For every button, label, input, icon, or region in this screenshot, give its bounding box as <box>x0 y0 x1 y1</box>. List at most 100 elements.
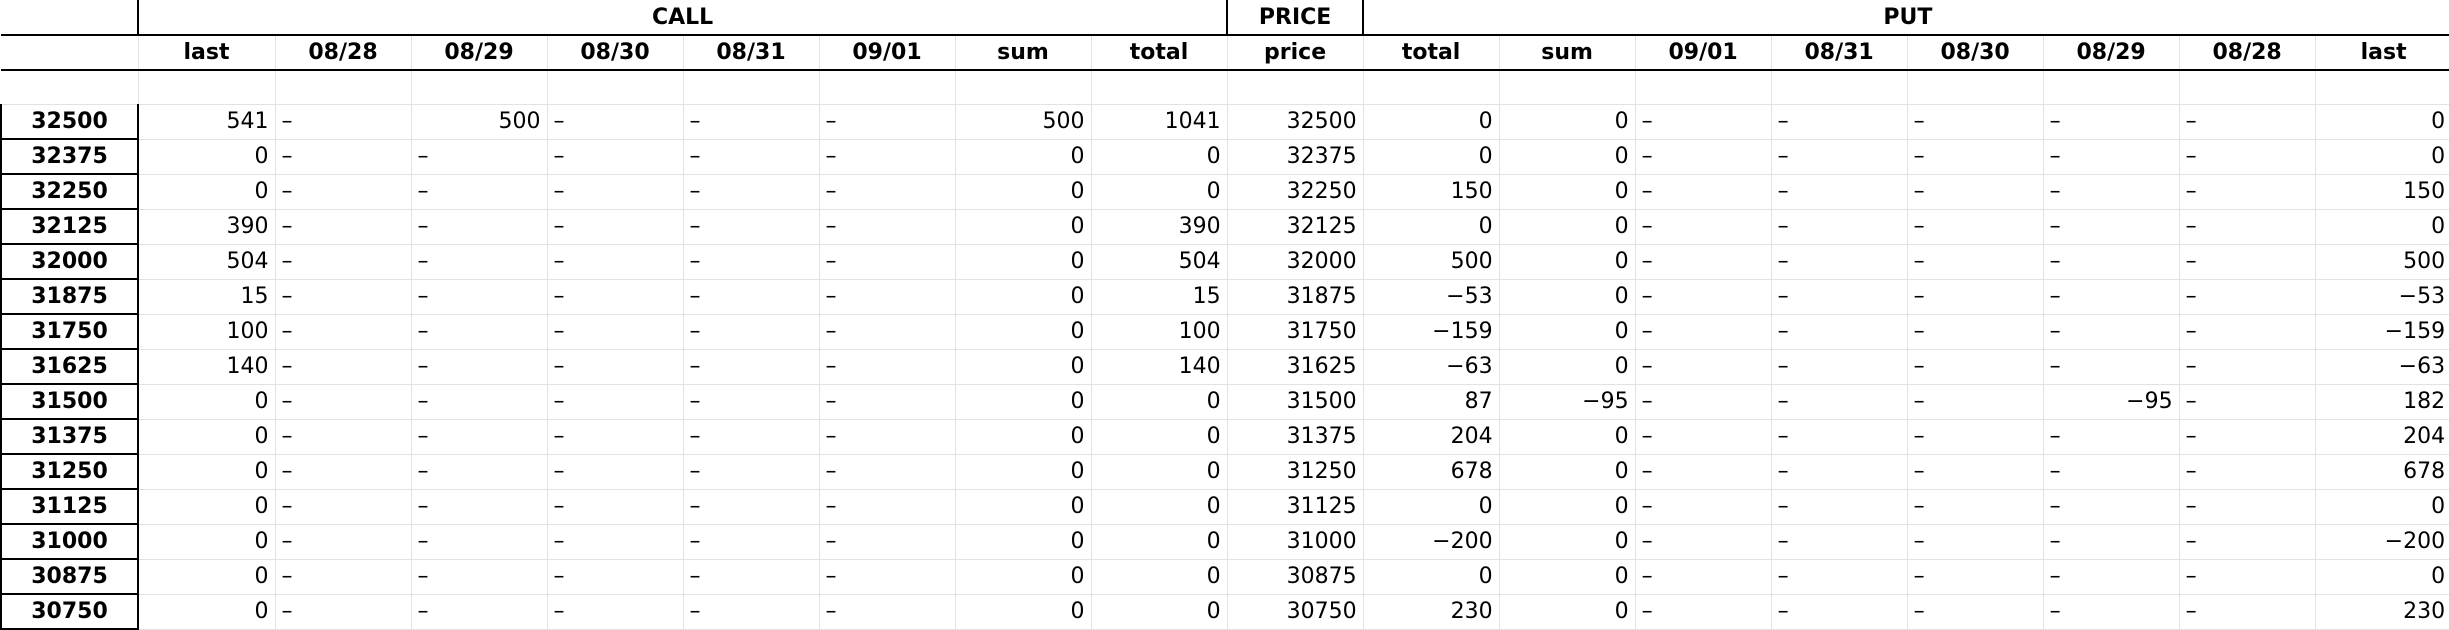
put-cell[interactable]: – <box>1907 384 2044 420</box>
put-cell[interactable]: – <box>1907 594 2044 630</box>
put-cell[interactable]: – <box>2043 559 2180 595</box>
put-cell[interactable]: – <box>2179 209 2316 245</box>
call-cell[interactable]: 541 <box>138 104 276 140</box>
call-cell[interactable]: 0 <box>138 489 276 525</box>
call-cell[interactable]: – <box>819 174 956 210</box>
call-cell[interactable]: – <box>547 279 684 315</box>
call-cell[interactable]: – <box>547 559 684 595</box>
call-cell[interactable]: 0 <box>955 174 1092 210</box>
put-header-last[interactable]: last <box>2314 35 2449 71</box>
call-header-0830[interactable]: 08/30 <box>546 35 684 71</box>
put-cell[interactable]: – <box>2179 524 2316 560</box>
put-cell[interactable]: – <box>1771 524 1908 560</box>
call-cell[interactable]: 0 <box>955 139 1092 175</box>
row-strike-key[interactable]: 32000 <box>0 244 139 280</box>
call-cell[interactable]: – <box>819 489 956 525</box>
put-cell[interactable]: 0 <box>1499 314 1636 350</box>
blank-cell[interactable] <box>1091 70 1228 105</box>
call-cell[interactable]: – <box>547 209 684 245</box>
blank-cell[interactable] <box>1363 70 1500 105</box>
call-cell[interactable]: 0 <box>138 174 276 210</box>
put-cell[interactable]: – <box>1635 174 1772 210</box>
blank-cell[interactable] <box>683 70 820 105</box>
call-cell[interactable]: 0 <box>955 594 1092 630</box>
call-cell[interactable]: – <box>683 454 820 490</box>
put-cell[interactable]: – <box>1635 314 1772 350</box>
row-strike-key[interactable]: 31875 <box>0 279 139 315</box>
call-cell[interactable]: – <box>819 524 956 560</box>
put-cell[interactable]: 0 <box>1499 524 1636 560</box>
price-cell[interactable]: 31250 <box>1227 454 1364 490</box>
call-header-last[interactable]: last <box>137 35 276 71</box>
call-cell[interactable]: – <box>411 209 548 245</box>
put-cell[interactable]: 150 <box>2315 174 2449 210</box>
call-cell[interactable]: 0 <box>955 454 1092 490</box>
put-cell[interactable]: – <box>2043 244 2180 280</box>
put-cell[interactable]: 0 <box>2315 139 2449 175</box>
row-strike-key[interactable]: 31500 <box>0 384 139 420</box>
price-cell[interactable]: 31375 <box>1227 419 1364 455</box>
call-cell[interactable]: – <box>683 489 820 525</box>
call-cell[interactable]: – <box>683 279 820 315</box>
put-cell[interactable]: – <box>2043 594 2180 630</box>
call-cell[interactable]: – <box>275 419 412 455</box>
put-cell[interactable]: – <box>2179 244 2316 280</box>
put-cell[interactable]: – <box>1635 489 1772 525</box>
call-cell[interactable]: – <box>547 524 684 560</box>
put-cell[interactable]: – <box>2179 594 2316 630</box>
call-cell[interactable]: – <box>275 524 412 560</box>
put-cell[interactable]: – <box>2179 174 2316 210</box>
row-strike-key[interactable]: 31000 <box>0 524 139 560</box>
put-cell[interactable]: – <box>1771 174 1908 210</box>
call-cell[interactable]: 0 <box>138 559 276 595</box>
row-strike-key[interactable]: 32125 <box>0 209 139 245</box>
call-header-0831[interactable]: 08/31 <box>682 35 820 71</box>
call-cell[interactable]: – <box>275 559 412 595</box>
put-cell[interactable]: – <box>1907 209 2044 245</box>
put-cell[interactable]: 230 <box>1363 594 1500 630</box>
call-cell[interactable]: – <box>547 454 684 490</box>
put-cell[interactable]: 0 <box>1499 419 1636 455</box>
call-cell[interactable]: 0 <box>955 314 1092 350</box>
call-cell[interactable]: 0 <box>138 384 276 420</box>
call-cell[interactable]: – <box>547 104 684 140</box>
row-strike-key[interactable]: 31250 <box>0 454 139 490</box>
put-header-0831[interactable]: 08/31 <box>1770 35 1908 71</box>
call-cell[interactable]: – <box>411 594 548 630</box>
put-cell[interactable]: 678 <box>1363 454 1500 490</box>
call-cell[interactable]: – <box>411 279 548 315</box>
call-cell[interactable]: – <box>547 384 684 420</box>
put-cell[interactable]: 0 <box>1363 489 1500 525</box>
call-cell[interactable]: 504 <box>1091 244 1228 280</box>
call-cell[interactable]: 500 <box>955 104 1092 140</box>
call-cell[interactable]: 0 <box>138 139 276 175</box>
call-cell[interactable]: – <box>411 489 548 525</box>
put-cell[interactable]: −63 <box>1363 349 1500 385</box>
blank-cell[interactable] <box>1907 70 2044 105</box>
put-cell[interactable]: 678 <box>2315 454 2449 490</box>
put-cell[interactable]: 0 <box>1499 559 1636 595</box>
call-header-total[interactable]: total <box>1090 35 1228 71</box>
call-cell[interactable]: – <box>411 559 548 595</box>
put-cell[interactable]: – <box>2043 279 2180 315</box>
call-cell[interactable]: – <box>683 314 820 350</box>
put-cell[interactable]: – <box>1635 524 1772 560</box>
blank-cell[interactable] <box>411 70 548 105</box>
call-cell[interactable]: 0 <box>1091 174 1228 210</box>
put-cell[interactable]: – <box>1771 489 1908 525</box>
call-cell[interactable]: – <box>275 139 412 175</box>
call-cell[interactable]: 504 <box>138 244 276 280</box>
put-cell[interactable]: – <box>2043 349 2180 385</box>
put-cell[interactable]: 0 <box>1499 349 1636 385</box>
call-cell[interactable]: – <box>683 209 820 245</box>
call-cell[interactable]: 140 <box>1091 349 1228 385</box>
call-cell[interactable]: 0 <box>955 244 1092 280</box>
price-cell[interactable]: 31125 <box>1227 489 1364 525</box>
put-cell[interactable]: 0 <box>1499 174 1636 210</box>
put-cell[interactable]: −95 <box>2043 384 2180 420</box>
put-cell[interactable]: – <box>1771 279 1908 315</box>
call-cell[interactable]: – <box>547 244 684 280</box>
call-cell[interactable]: – <box>819 104 956 140</box>
call-cell[interactable]: 0 <box>955 209 1092 245</box>
put-cell[interactable]: – <box>2179 419 2316 455</box>
